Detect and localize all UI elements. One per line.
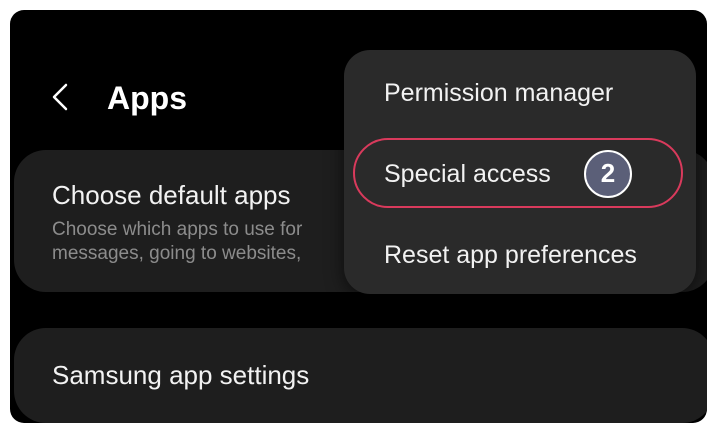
choose-default-apps-subtitle-line1: Choose which apps to use for — [52, 219, 303, 240]
choose-default-apps-title: Choose default apps — [52, 180, 291, 210]
step-number-badge: 2 — [584, 150, 632, 198]
page-title: Apps — [107, 80, 187, 116]
highlight-ring — [353, 138, 683, 208]
choose-default-apps-subtitle-line2: messages, going to websites, — [52, 243, 302, 264]
menu-item-permission-manager[interactable]: Permission manager — [384, 78, 613, 108]
menu-item-reset-app-preferences[interactable]: Reset app preferences — [384, 240, 637, 270]
phone-screen: Apps Choose default apps Choose which ap… — [10, 10, 707, 423]
samsung-app-settings-card[interactable]: Samsung app settings — [14, 328, 707, 423]
chevron-left-icon[interactable] — [48, 82, 74, 112]
samsung-app-settings-title: Samsung app settings — [52, 360, 310, 390]
